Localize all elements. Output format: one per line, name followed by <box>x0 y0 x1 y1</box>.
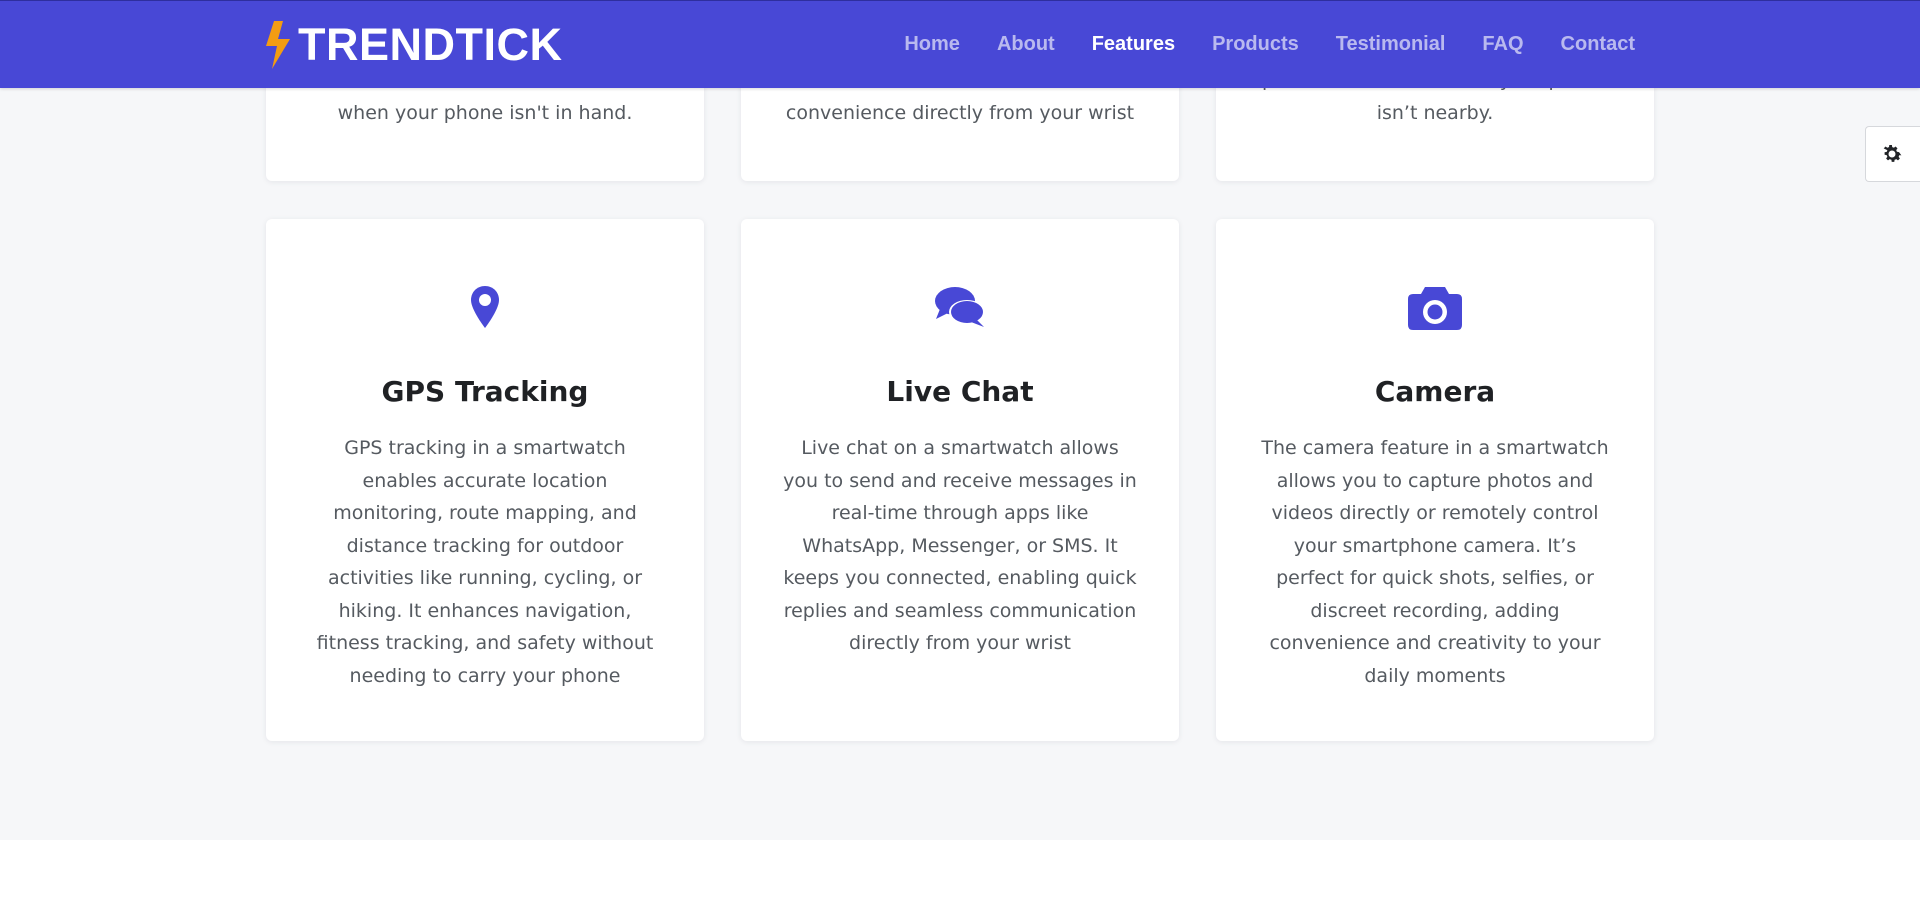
nav-link-testimonial[interactable]: Testimonial <box>1336 29 1446 59</box>
feature-description: GPS tracking in a smartwatch enables acc… <box>316 437 654 687</box>
feature-card-gps: GPS Tracking GPS tracking in a smartwatc… <box>266 219 704 741</box>
nav-link-contact[interactable]: Contact <box>1561 29 1635 59</box>
features-section: when your phone isn't in hand. convenien… <box>0 0 1920 840</box>
feature-title: Camera <box>1374 375 1496 408</box>
feature-description: convenience directly from your wrist <box>785 101 1135 124</box>
feature-title: Live Chat <box>886 375 1034 408</box>
map-marker-icon <box>266 281 704 333</box>
nav-link-about[interactable]: About <box>997 29 1055 59</box>
top-navbar: TRENDTICK Home About Features Products T… <box>0 0 1920 88</box>
lightning-bolt-icon <box>266 21 290 69</box>
nav-link-features[interactable]: Features <box>1092 29 1175 59</box>
feature-description: The camera feature in a smartwatch allow… <box>1261 437 1609 687</box>
chat-bubbles-icon <box>741 281 1179 333</box>
nav-link-home[interactable]: Home <box>904 29 960 59</box>
camera-icon <box>1216 281 1654 333</box>
brand-name: TRENDTICK <box>298 19 563 70</box>
brand-logo[interactable]: TRENDTICK <box>264 21 562 69</box>
feature-title: GPS Tracking <box>381 375 589 408</box>
feature-description: Live chat on a smartwatch allows you to … <box>783 437 1137 654</box>
nav-link-faq[interactable]: FAQ <box>1482 29 1523 59</box>
feature-card-live-chat: Live Chat Live chat on a smartwatch allo… <box>741 219 1179 741</box>
main-nav: Home About Features Products Testimonial… <box>867 29 1635 59</box>
nav-link-products[interactable]: Products <box>1212 29 1299 59</box>
feature-description: when your phone isn't in hand. <box>337 101 633 124</box>
gear-icon <box>1883 145 1902 162</box>
settings-toggle-button[interactable] <box>1865 126 1920 182</box>
feature-card-camera: Camera The camera feature in a smartwatc… <box>1216 219 1654 741</box>
